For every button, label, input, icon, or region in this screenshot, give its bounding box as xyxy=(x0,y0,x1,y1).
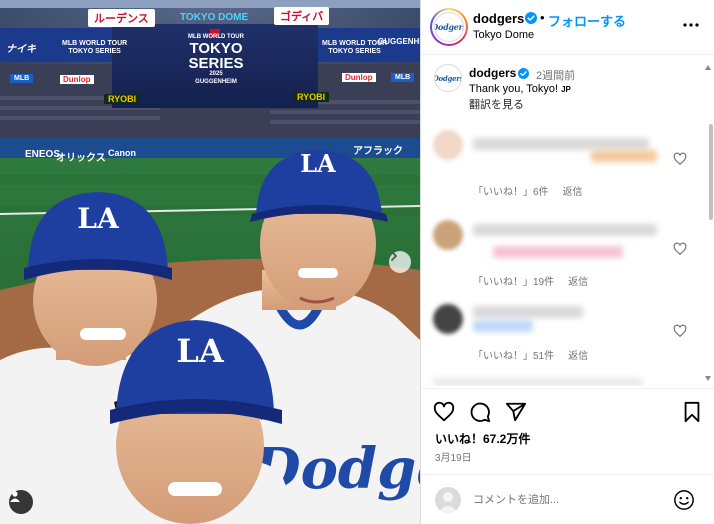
scrollbar[interactable] xyxy=(704,64,712,382)
post-actions: いいね！67.2万件 3月19日 xyxy=(421,388,714,474)
comment-avatar[interactable] xyxy=(433,130,463,160)
caption-timestamp[interactable]: 2週間前 xyxy=(536,67,575,83)
stand-ad: RYOBI xyxy=(293,92,330,102)
avatar-logo-text: Dodgers xyxy=(435,22,463,32)
comment-reply-button[interactable]: 返信 xyxy=(568,277,588,288)
carousel-next-button[interactable] xyxy=(389,251,411,273)
comment-meta: 「いいね！」6件 返信 xyxy=(473,183,583,198)
comment-text-blurred xyxy=(433,378,643,386)
bookmark-icon[interactable] xyxy=(681,401,703,423)
location-link[interactable]: Tokyo Dome xyxy=(473,29,534,41)
scoreboard-line: TOKYO xyxy=(189,40,243,57)
post-side-panel: Dodgers dodgers • フォローする Tokyo Dome Dodg… xyxy=(420,0,714,524)
stadium-banner-ad: ゴディバ xyxy=(274,7,330,25)
post-photo[interactable]: Dodgers LA LA LA ルーデンス TOKYO DOME ゴディバ ナ… xyxy=(0,0,420,524)
post-header: Dodgers dodgers • フォローする Tokyo Dome xyxy=(421,0,714,55)
outfield-wall-ad: アフラック xyxy=(353,146,403,157)
stand-ad: Dunlop xyxy=(342,73,376,82)
caption-text: Thank you, Tokyo! JP xyxy=(469,83,571,95)
comment-text-blurred xyxy=(473,138,649,150)
post-date[interactable]: 3月19日 xyxy=(435,449,472,464)
dodgers-avatar[interactable]: Dodgers xyxy=(434,12,464,42)
board-left-ad: ナイキ xyxy=(6,44,36,55)
comment-text-blurred xyxy=(473,224,657,236)
stand-ribbon-ad: MLB xyxy=(10,74,34,83)
share-icon[interactable] xyxy=(505,401,527,423)
language-badge: JP xyxy=(561,85,571,94)
default-user-icon xyxy=(438,492,458,513)
cap-logo-front: LA xyxy=(176,332,225,370)
board-left-series: MLB WORLD TOUR TOKYO SERIES xyxy=(62,40,128,55)
outfield-wall-ad: Canon xyxy=(108,148,136,158)
comment-meta: 「いいね！」51件 返信 xyxy=(473,347,588,362)
comment-like-count[interactable]: 「いいね！」6件 xyxy=(473,187,549,198)
heart-icon[interactable] xyxy=(673,152,687,166)
comment-text-blurred xyxy=(591,150,657,162)
caption-avatar[interactable]: Dodgers xyxy=(434,64,462,92)
comment-meta: 「いいね！」19件 返信 xyxy=(473,273,588,288)
scoreboard-line: SERIES xyxy=(188,55,244,72)
tagged-users-button[interactable] xyxy=(9,490,33,514)
outfield-wall-ad: ENEOS xyxy=(25,149,61,160)
like-count[interactable]: いいね！67.2万件 xyxy=(435,430,530,447)
cap-logo-left: LA xyxy=(77,202,120,235)
center-scoreboard: MLB WORLD TOUR TOKYO SERIES 2025 GUGGENH… xyxy=(178,34,254,86)
cap-logo-right: LA xyxy=(300,149,336,178)
comments-list[interactable]: Dodgers dodgers 2週間前 Thank you, Tokyo! JP… xyxy=(421,56,714,386)
comment-text-blurred xyxy=(493,246,623,258)
heart-icon[interactable] xyxy=(673,324,687,338)
outfield-wall-ad: オリックス xyxy=(56,153,106,164)
stand-ad: Dunlop xyxy=(60,75,94,84)
comment-like-count[interactable]: 「いいね！」19件 xyxy=(473,277,554,288)
comment-text-blurred xyxy=(473,306,583,318)
comment-reply-button[interactable]: 返信 xyxy=(563,187,583,198)
comment-like-count[interactable]: 「いいね！」51件 xyxy=(473,351,554,362)
add-comment-bar xyxy=(421,474,714,524)
caption-username[interactable]: dodgers xyxy=(469,66,516,80)
stand-ad: RYOBI xyxy=(104,94,141,104)
heart-icon[interactable] xyxy=(673,242,687,256)
comment-reply-button[interactable]: 返信 xyxy=(568,351,588,362)
avatar-logo-text: Dodgers xyxy=(434,73,462,83)
stadium-banner-ad: TOKYO DOME xyxy=(180,12,249,23)
separator-dot: • xyxy=(540,10,545,25)
more-options-button[interactable] xyxy=(682,16,700,34)
verified-badge-icon xyxy=(525,12,537,24)
comment-input[interactable] xyxy=(473,491,663,509)
scoreboard-line: GUGGENHEIM xyxy=(195,79,237,85)
board-right-ad: GUGGENHEIM xyxy=(378,37,420,46)
header-username[interactable]: dodgers xyxy=(473,11,524,26)
chevron-right-icon xyxy=(391,251,397,261)
caption-body: Thank you, Tokyo! xyxy=(469,83,559,95)
heart-icon[interactable] xyxy=(433,401,455,423)
comment-avatar[interactable] xyxy=(433,304,463,334)
more-horizontal-icon xyxy=(683,23,699,27)
comment-icon[interactable] xyxy=(469,401,491,423)
verified-badge-icon xyxy=(518,68,529,79)
comment-text-blurred xyxy=(473,320,533,332)
scrollbar-thumb[interactable] xyxy=(709,124,713,220)
emoji-icon[interactable] xyxy=(673,489,695,511)
stand-ribbon-ad: MLB xyxy=(391,73,415,82)
follow-button[interactable]: フォローする xyxy=(548,11,626,30)
user-tag-icon xyxy=(10,491,20,502)
scoreboard-line: 2025 xyxy=(209,71,223,77)
translate-link[interactable]: 翻訳を見る xyxy=(469,96,524,112)
current-user-avatar xyxy=(435,487,461,513)
comment-avatar[interactable] xyxy=(433,220,463,250)
stadium-banner-ad: ルーデンス xyxy=(88,9,155,27)
